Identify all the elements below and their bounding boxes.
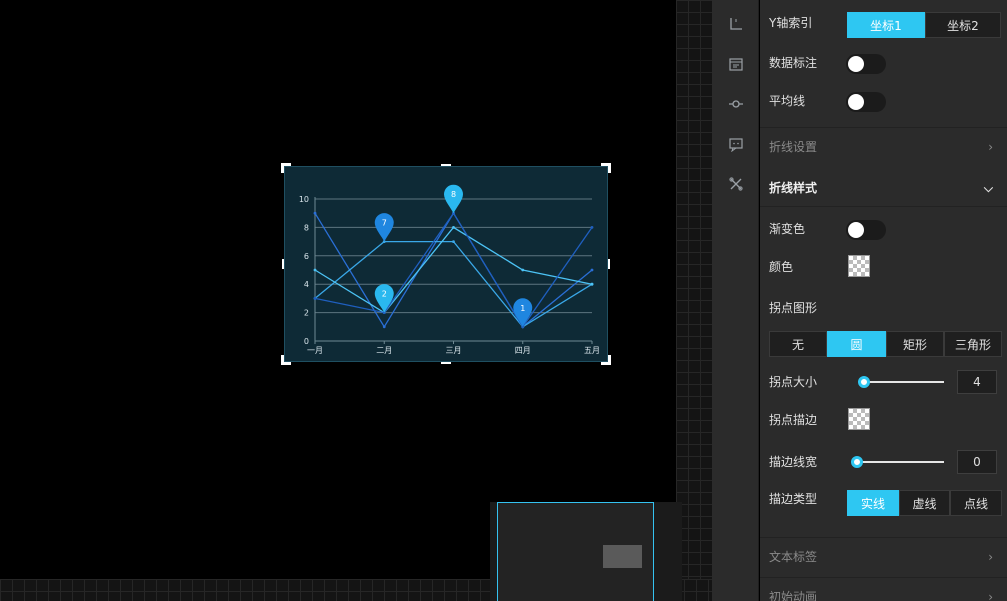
slider-thumb[interactable]	[851, 456, 863, 468]
slider-thumb[interactable]	[858, 376, 870, 388]
y-axis-option-1[interactable]: 坐标1	[847, 12, 925, 38]
data-point	[521, 268, 525, 272]
stroke-type-dashed[interactable]: 虚线	[899, 490, 950, 516]
line-style-section[interactable]: 折线样式 ⌵	[760, 169, 1007, 207]
y-tick-label: 2	[304, 309, 309, 318]
data-label-toggle[interactable]	[846, 54, 886, 74]
toggle-knob	[848, 94, 864, 110]
line-style-title: 折线样式	[769, 181, 818, 195]
stroke-type-dotted[interactable]: 点线	[950, 490, 1002, 516]
tools-icon[interactable]	[728, 176, 744, 192]
x-tick-label: 四月	[515, 346, 531, 355]
average-line-toggle[interactable]	[846, 92, 886, 112]
stroke-width-input[interactable]: 0	[957, 450, 997, 474]
chevron-down-icon: ⌵	[983, 181, 993, 195]
series-line	[314, 226, 593, 314]
text-label-title: 文本标签	[769, 550, 818, 564]
point-shape-label: 拐点图形	[769, 301, 818, 315]
resize-handle-bottom-right[interactable]	[601, 355, 611, 365]
data-point	[590, 268, 594, 272]
resize-handle-top-left[interactable]	[281, 163, 291, 173]
y-axis-index-label: Y轴索引	[769, 16, 813, 30]
data-point	[313, 268, 317, 272]
data-point	[452, 226, 455, 229]
line-color-picker[interactable]	[848, 255, 870, 277]
stroke-width-slider[interactable]	[851, 456, 944, 468]
point-size-input[interactable]: 4	[957, 370, 997, 394]
x-tick-label: 一月	[307, 346, 323, 355]
data-point	[313, 211, 317, 215]
data-point	[452, 240, 455, 243]
point-shape-triangle[interactable]: 三角形	[944, 331, 1002, 357]
color-label: 颜色	[769, 260, 794, 274]
stroke-width-label: 描边线宽	[769, 455, 818, 469]
point-size-label: 拐点大小	[769, 375, 818, 389]
resize-handle-bottom-left[interactable]	[281, 355, 291, 365]
point-shape-none[interactable]: 无	[769, 331, 827, 357]
gradient-toggle[interactable]	[846, 220, 886, 240]
y-axis-option-2[interactable]: 坐标2	[925, 12, 1001, 38]
point-shape-rect[interactable]: 矩形	[886, 331, 944, 357]
line-chart: 0 2 4 6 8 10 一月 二月 三月 四月 五月 7 2 8 1	[299, 184, 600, 355]
marker-label: 1	[520, 304, 525, 313]
axis-icon[interactable]	[728, 16, 744, 32]
y-tick-label: 6	[304, 252, 309, 261]
stroke-type-solid[interactable]: 实线	[847, 490, 899, 516]
resize-handle-bottom[interactable]	[441, 362, 451, 364]
data-point	[590, 226, 594, 229]
line-settings-section[interactable]: 折线设置 ›	[760, 127, 1007, 165]
x-tick-label: 二月	[376, 346, 392, 355]
chevron-right-icon: ›	[988, 550, 993, 564]
minimap[interactable]	[497, 502, 654, 601]
marker-label: 2	[382, 290, 387, 299]
y-tick-label: 4	[304, 280, 309, 289]
marker-label: 8	[451, 190, 456, 199]
toggle-knob	[848, 222, 864, 238]
y-tick-label: 10	[299, 195, 309, 204]
settings-icon-bar	[712, 0, 759, 601]
chevron-right-icon: ›	[988, 140, 993, 154]
resize-handle-right[interactable]	[608, 259, 610, 269]
data-point	[313, 297, 317, 300]
point-shape-circle[interactable]: 圆	[827, 331, 886, 357]
initial-animation-section[interactable]: 初始动画 ›	[760, 577, 1007, 601]
minimap-viewport[interactable]	[603, 545, 642, 568]
data-label-label: 数据标注	[769, 56, 818, 70]
line-chart-widget[interactable]: 0 2 4 6 8 10 一月 二月 三月 四月 五月 7 2 8 1	[281, 163, 611, 365]
point-shape-selector: 无 圆 矩形 三角形	[769, 331, 1002, 357]
y-tick-label: 0	[304, 337, 309, 346]
data-point	[382, 325, 386, 329]
average-line-label: 平均线	[769, 94, 806, 108]
resize-handle-top[interactable]	[441, 164, 451, 166]
point-stroke-color-picker[interactable]	[848, 408, 870, 430]
initial-animation-title: 初始动画	[769, 590, 818, 601]
x-tick-label: 五月	[584, 346, 600, 355]
resize-handle-left[interactable]	[282, 259, 284, 269]
comment-icon[interactable]	[728, 136, 744, 153]
stroke-type-label: 描边类型	[769, 492, 818, 506]
line-settings-title: 折线设置	[769, 140, 818, 154]
text-label-section[interactable]: 文本标签 ›	[760, 537, 1007, 575]
properties-panel: Y轴索引 坐标1 坐标2 数据标注 平均线 折线设置 › 折线样式 ⌵ 渐变色 …	[760, 0, 1007, 601]
data-point	[590, 282, 594, 286]
toggle-knob	[848, 56, 864, 72]
line-point-icon[interactable]	[728, 96, 744, 112]
stroke-type-selector: 实线 虚线 点线	[847, 490, 1002, 516]
point-stroke-label: 拐点描边	[769, 413, 818, 427]
resize-handle-top-right[interactable]	[601, 163, 611, 173]
app-root: 0 2 4 6 8 10 一月 二月 三月 四月 五月 7 2 8 1 Y轴索引	[0, 0, 1007, 601]
point-size-slider[interactable]	[858, 376, 944, 388]
gradient-label: 渐变色	[769, 222, 806, 236]
x-tick-label: 三月	[446, 346, 462, 355]
y-tick-label: 8	[304, 223, 309, 232]
chevron-right-icon: ›	[988, 590, 993, 601]
calendar-icon[interactable]	[728, 56, 744, 72]
marker-label: 7	[382, 219, 387, 228]
y-axis-index-selector: 坐标1 坐标2	[847, 12, 1001, 38]
